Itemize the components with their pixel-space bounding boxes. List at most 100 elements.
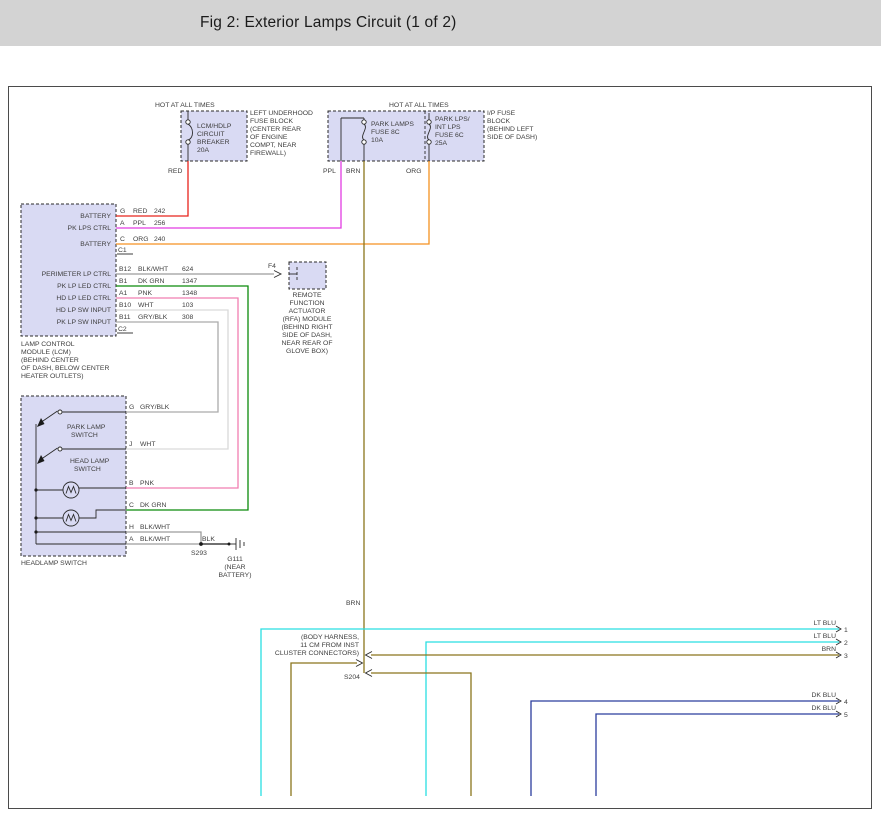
- lcm-function: HD LP LED CTRL: [56, 295, 111, 302]
- rfa-box: [289, 262, 326, 289]
- edge-wire-number: 4: [844, 699, 848, 706]
- figure-title: Fig 2: Exterior Lamps Circuit (1 of 2): [200, 14, 457, 32]
- module-boxes: [21, 111, 484, 556]
- wire-dkblu-4: [531, 701, 839, 796]
- breaker-location-line: FIREWALL): [250, 150, 286, 157]
- wire-brn-branch-left: [291, 663, 357, 796]
- edge-wire-label: DK BLU: [811, 692, 836, 699]
- rfa-caption-line: ACTUATOR: [289, 308, 326, 315]
- labels: HOT AT ALL TIMES LCM/HDLP CIRCUIT BREAKE…: [21, 102, 848, 719]
- edge-wire-label: DK BLU: [811, 705, 836, 712]
- park-switch-label-line: PARK LAMP: [67, 424, 106, 431]
- switch-pin: H: [129, 524, 134, 531]
- lcm-function: PK LPS CTRL: [68, 225, 112, 232]
- blk-wire-label: BLK: [202, 536, 215, 543]
- lcm-pin: B11: [119, 314, 131, 321]
- rfa-caption-line: SIDE OF DASH,: [282, 332, 332, 339]
- fuse1-line: FUSE 8C: [371, 129, 400, 136]
- breaker-location-line: (CENTER REAR: [250, 126, 301, 133]
- fuse1-line: PARK LAMPS: [371, 121, 414, 128]
- switch-pin: G: [129, 404, 134, 411]
- bus-junction-3: [34, 530, 37, 533]
- lcm-wire-color: BLK/WHT: [138, 266, 168, 273]
- lcm-function: PERIMETER LP CTRL: [42, 271, 112, 278]
- wire-brn-branch-right: [371, 673, 471, 796]
- breaker-location-line: FUSE BLOCK: [250, 118, 294, 125]
- bus-junction-2: [34, 516, 37, 519]
- switch-pin: J: [129, 441, 132, 448]
- s204-splice-label: S204: [344, 674, 360, 681]
- switch-pin: B: [129, 480, 134, 487]
- lcm-wire-color: ORG: [133, 236, 148, 243]
- ground-label-line: (NEAR: [224, 564, 245, 571]
- switch-pin: A: [129, 536, 134, 543]
- lcm-circuit-number: 256: [154, 220, 166, 227]
- lcm-function: HD LP SW INPUT: [56, 307, 111, 314]
- wire-wht-103: [116, 310, 228, 449]
- wire-gryblk-308: [116, 322, 218, 412]
- wire-pnk-1348: [116, 298, 238, 488]
- wire-dkblu-5: [596, 714, 839, 796]
- wire-org-240: [116, 161, 429, 244]
- breaker-contact-bottom: [186, 140, 190, 144]
- f4-connector-arrow: [274, 271, 281, 278]
- fuse2-line: FUSE 6C: [435, 132, 464, 139]
- breaker-name-line: LCM/HDLP: [197, 123, 232, 130]
- lcm-pin: A1: [119, 290, 128, 297]
- f4-connector-label: F4: [268, 263, 276, 270]
- symbols: [34, 111, 841, 717]
- lcm-function: PK LP SW INPUT: [57, 319, 111, 326]
- brn-run-label: BRN: [346, 600, 360, 607]
- breaker-name-line: BREAKER: [197, 139, 230, 146]
- fuse1-line: 10A: [371, 137, 384, 144]
- harness-note-line: 11 CM FROM INST: [300, 642, 359, 649]
- lcm-caption-line: HEATER OUTLETS): [21, 373, 84, 380]
- lcm-wire-color: WHT: [138, 302, 153, 309]
- fusebox-location-line: SIDE OF DASH): [487, 134, 537, 141]
- breaker-location-line: COMPT, NEAR: [250, 142, 297, 149]
- lcm-pin: B12: [119, 266, 131, 273]
- lcm-pin: B1: [119, 278, 128, 285]
- edge-wire-number: 5: [844, 712, 848, 719]
- edge-wire-label: LT BLU: [814, 633, 837, 640]
- fuse1-contact-bottom: [362, 140, 366, 144]
- lcm-function: PK LP LED CTRL: [57, 283, 111, 290]
- switch-wire-color: DK GRN: [140, 502, 167, 509]
- brn-wire-label: BRN: [346, 168, 360, 175]
- breaker-location-line: OF ENGINE: [250, 134, 288, 141]
- page: Fig 2: Exterior Lamps Circuit (1 of 2): [0, 0, 881, 817]
- edge-wire-label: LT BLU: [814, 620, 837, 627]
- switch-wire-color: BLK/WHT: [140, 536, 170, 543]
- fusebox-hot-label: HOT AT ALL TIMES: [389, 102, 449, 109]
- fuse2-contact-bottom: [427, 140, 431, 144]
- rfa-caption-line: (RFA) MODULE: [283, 316, 332, 323]
- fuse2-contact-top: [427, 120, 431, 124]
- rfa-caption-line: FUNCTION: [289, 300, 324, 307]
- lcm-wire-color: PNK: [138, 290, 152, 297]
- harness-note-line: CLUSTER CONNECTORS): [275, 650, 359, 657]
- breaker-contact-top: [186, 120, 190, 124]
- harness-note-line: (BODY HARNESS,: [301, 634, 359, 641]
- switch-wire-color: GRY/BLK: [140, 404, 170, 411]
- wiring-diagram-canvas: HOT AT ALL TIMES LCM/HDLP CIRCUIT BREAKE…: [8, 86, 872, 809]
- edge-wire-number: 3: [844, 653, 848, 660]
- fuse2-line: 25A: [435, 140, 448, 147]
- switch-pin: C: [129, 502, 134, 509]
- breaker-location-line: LEFT UNDERHOOD: [250, 110, 313, 117]
- switch-wire-color: PNK: [140, 480, 154, 487]
- lcm-circuit-number: 1348: [182, 290, 197, 297]
- fuse2-line: PARK LPS/: [435, 116, 470, 123]
- lcm-function: BATTERY: [80, 241, 111, 248]
- wires: [116, 161, 839, 796]
- park-switch-contact: [58, 410, 62, 414]
- s293-splice-label: S293: [191, 550, 207, 557]
- fusebox-location-line: I/P FUSE: [487, 110, 516, 117]
- lcm-pin: C: [120, 236, 125, 243]
- breaker-name-line: CIRCUIT: [197, 131, 225, 138]
- head-switch-label-line: HEAD LAMP: [70, 458, 110, 465]
- switch-wire-color: WHT: [140, 441, 155, 448]
- edge-wire-number: 2: [844, 640, 848, 647]
- wire-ltblu-2: [426, 642, 839, 796]
- lcm-box: [21, 204, 116, 336]
- head-switch-contact: [58, 447, 62, 451]
